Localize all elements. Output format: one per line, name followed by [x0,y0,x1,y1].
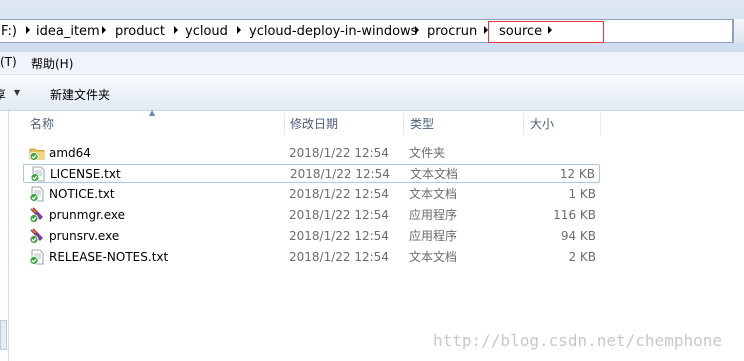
file-name: prunmgr.exe [49,208,126,222]
file-row-amd64[interactable]: amd64 2018/1/22 12:54 文件夹 [23,144,600,163]
column-header-modified[interactable]: 修改日期 [290,111,338,137]
file-size: 94 KB [560,229,596,243]
file-row-release-notes[interactable]: RELEASE-NOTES.txt 2018/1/22 12:54 文本文档 2… [23,248,600,267]
file-modified: 2018/1/22 12:54 [289,146,389,160]
file-name: RELEASE-NOTES.txt [49,250,169,264]
file-row-notice[interactable]: NOTICE.txt 2018/1/22 12:54 文本文档 1 KB [23,185,600,204]
breadcrumb-procrun[interactable]: procrun [427,20,477,42]
menu-help[interactable]: 帮助(H) [31,55,73,72]
file-size: 116 KB [553,208,596,222]
file-name: prunsrv.exe [49,229,120,243]
menu-bar: (T) 帮助(H) [0,52,744,75]
breadcrumb-ycloud[interactable]: ycloud [185,20,228,42]
breadcrumb-ycloud-deploy[interactable]: ycloud-deploy-in-windows [249,20,417,42]
breadcrumb-idea-item[interactable]: idea_item [36,20,100,42]
column-header-type[interactable]: 类型 [410,111,434,137]
file-type: 文本文档 [410,167,459,181]
column-header-name[interactable]: 名称 [30,111,54,137]
file-size: 12 KB [559,167,595,181]
file-size: 2 KB [568,250,596,264]
exe-icon [29,228,43,244]
file-name: NOTICE.txt [49,187,115,201]
sort-ascending-icon: ▲ [149,108,156,117]
breadcrumb-source[interactable]: source [499,20,542,42]
file-row-license[interactable]: LICENSE.txt 2018/1/22 12:54 文本文档 12 KB [23,164,600,183]
address-dropdown-button[interactable] [733,19,744,43]
file-modified: 2018/1/22 12:54 [289,250,389,264]
breadcrumb-product[interactable]: product [115,20,165,42]
new-folder-button[interactable]: 新建文件夹 [50,86,110,103]
breadcrumb-separator-icon[interactable] [174,26,178,34]
column-divider[interactable] [284,113,285,135]
navigation-pane-scrollbar[interactable] [0,320,7,350]
file-modified: 2018/1/22 12:54 [289,208,389,222]
share-button[interactable]: 享 [0,86,6,103]
address-bar-area: F:) idea_item product ycloud ycloud-depl… [0,0,744,52]
file-name: LICENSE.txt [50,167,121,181]
file-row-prunsrv[interactable]: prunsrv.exe 2018/1/22 12:54 应用程序 94 KB [23,227,600,246]
breadcrumb-separator-icon[interactable] [415,26,419,34]
file-type: 应用程序 [409,229,458,243]
file-type: 文本文档 [409,187,458,201]
folder-icon [29,148,45,161]
column-divider[interactable] [600,113,601,135]
file-modified: 2018/1/22 12:54 [289,229,389,243]
file-row-prunmgr[interactable]: prunmgr.exe 2018/1/22 12:54 应用程序 116 KB [23,206,600,225]
address-bar[interactable]: F:) idea_item product ycloud ycloud-depl… [0,19,733,43]
command-bar: 享 ▼ 新建文件夹 [0,76,744,111]
column-divider[interactable] [523,113,524,135]
breadcrumb-separator-icon[interactable] [548,26,552,34]
exe-icon [29,207,43,223]
menu-tools[interactable]: (T) [0,55,17,69]
text-file-icon [30,166,45,182]
file-type: 文本文档 [409,250,458,264]
breadcrumb-separator-icon[interactable] [102,26,106,34]
text-file-icon [29,249,44,265]
text-file-icon [29,186,44,202]
breadcrumb-separator-icon[interactable] [26,26,30,34]
column-divider[interactable] [403,113,404,135]
file-modified: 2018/1/22 12:54 [289,187,389,201]
file-type: 应用程序 [409,208,458,222]
file-size: 1 KB [568,187,596,201]
breadcrumb-separator-icon[interactable] [237,26,241,34]
chevron-down-icon[interactable]: ▼ [14,88,20,97]
column-header-size[interactable]: 大小 [530,111,554,137]
file-type: 文件夹 [409,146,446,160]
file-name: amd64 [49,146,91,160]
watermark-text: http://blog.csdn.net/chemphone [433,331,722,350]
breadcrumb-drive[interactable]: F:) [1,20,17,42]
file-modified: 2018/1/22 12:54 [290,167,390,181]
